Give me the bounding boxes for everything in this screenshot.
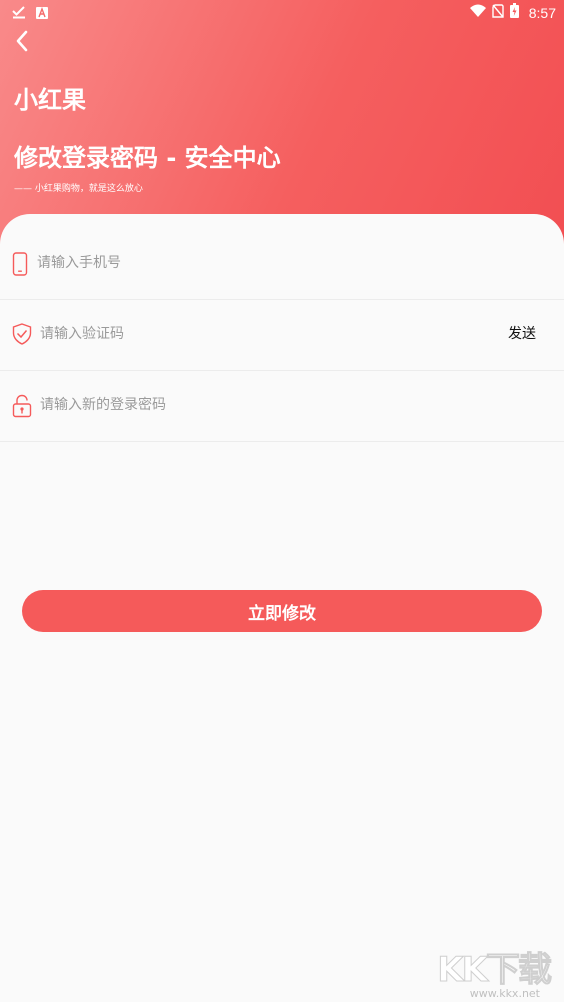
check-download-icon [12, 4, 26, 23]
app-name: 小红果 [14, 86, 86, 114]
lock-icon [12, 394, 32, 418]
wifi-icon [469, 3, 486, 22]
status-bar: 8:57 [0, 0, 564, 24]
page-title: 修改登录密码 - 安全中心 [14, 144, 281, 172]
status-left [12, 4, 48, 23]
a-box-icon [36, 4, 48, 23]
battery-charging-icon [509, 3, 519, 22]
chevron-left-icon [15, 30, 29, 56]
watermark-url: www.kkx.net [469, 987, 540, 1000]
password-row [0, 370, 564, 442]
status-right: 8:57 [469, 3, 556, 22]
phone-input[interactable] [37, 248, 477, 278]
slogan: —— 小红果购物，就是这么放心 [14, 184, 143, 194]
no-sim-icon [492, 3, 504, 22]
shield-check-icon [12, 323, 32, 347]
status-time: 8:57 [528, 4, 556, 21]
phone-row [0, 228, 564, 300]
code-row: 发送 [0, 299, 564, 371]
submit-button[interactable]: 立即修改 [22, 590, 542, 632]
new-password-input[interactable] [40, 390, 480, 420]
watermark: KK下载 www.kkx.net [430, 942, 553, 1001]
back-button[interactable] [8, 28, 36, 58]
send-code-button[interactable]: 发送 [508, 323, 536, 343]
phone-icon [12, 252, 32, 276]
watermark-logo: KK下载 [437, 950, 553, 991]
verification-code-input[interactable] [40, 319, 480, 349]
